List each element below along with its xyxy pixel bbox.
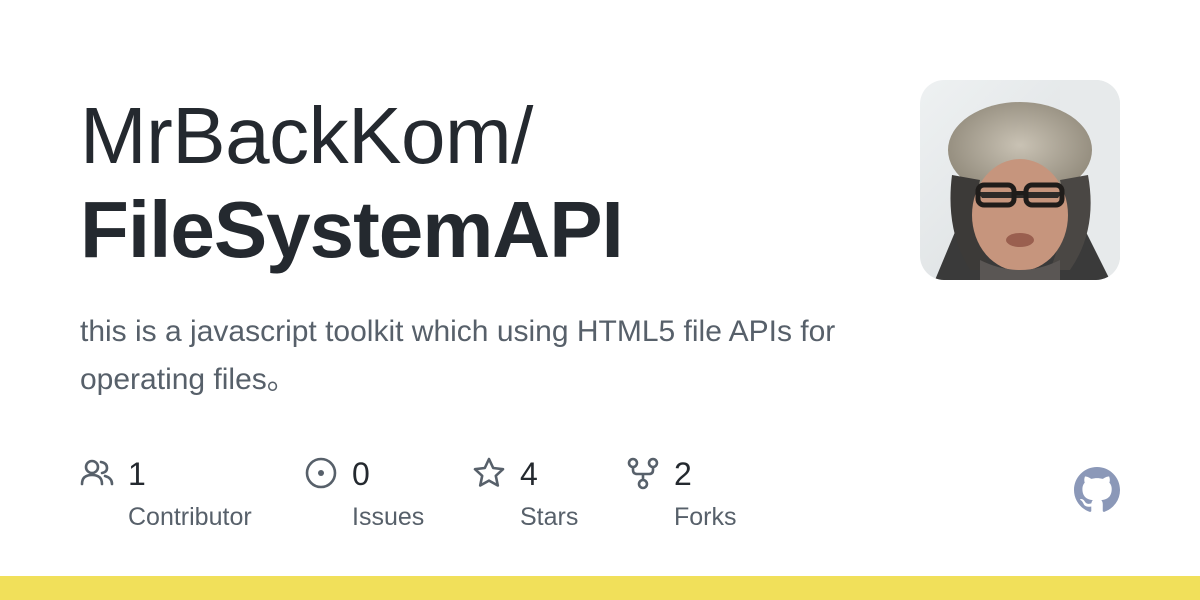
stat-forks[interactable]: 2 Forks (626, 452, 756, 542)
stat-contributors[interactable]: 1 Contributor (80, 452, 280, 542)
stat-issues[interactable]: 0 Issues (304, 452, 454, 542)
star-icon (473, 457, 505, 487)
language-color-bar (0, 576, 1200, 600)
stat-value: 4 (520, 456, 538, 492)
stat-value: 2 (674, 456, 692, 492)
avatar-image (920, 80, 1120, 280)
stat-value: 1 (128, 456, 146, 492)
stat-label: Forks (674, 503, 737, 531)
people-icon (80, 459, 114, 486)
stat-label: Stars (520, 503, 579, 531)
repo-name: FileSystemAPI (80, 185, 624, 274)
github-logo-icon[interactable] (1074, 467, 1120, 513)
avatar (920, 80, 1120, 280)
repo-owner: MrBackKom/ (80, 91, 533, 180)
stat-stars[interactable]: 4 Stars (472, 452, 602, 542)
fork-icon (627, 457, 659, 490)
stat-label: Issues (352, 503, 425, 531)
stat-label: Contributor (128, 503, 252, 531)
issue-icon (305, 457, 337, 489)
repo-description: this is a javascript toolkit which using… (80, 315, 836, 396)
stat-value: 0 (352, 456, 370, 492)
